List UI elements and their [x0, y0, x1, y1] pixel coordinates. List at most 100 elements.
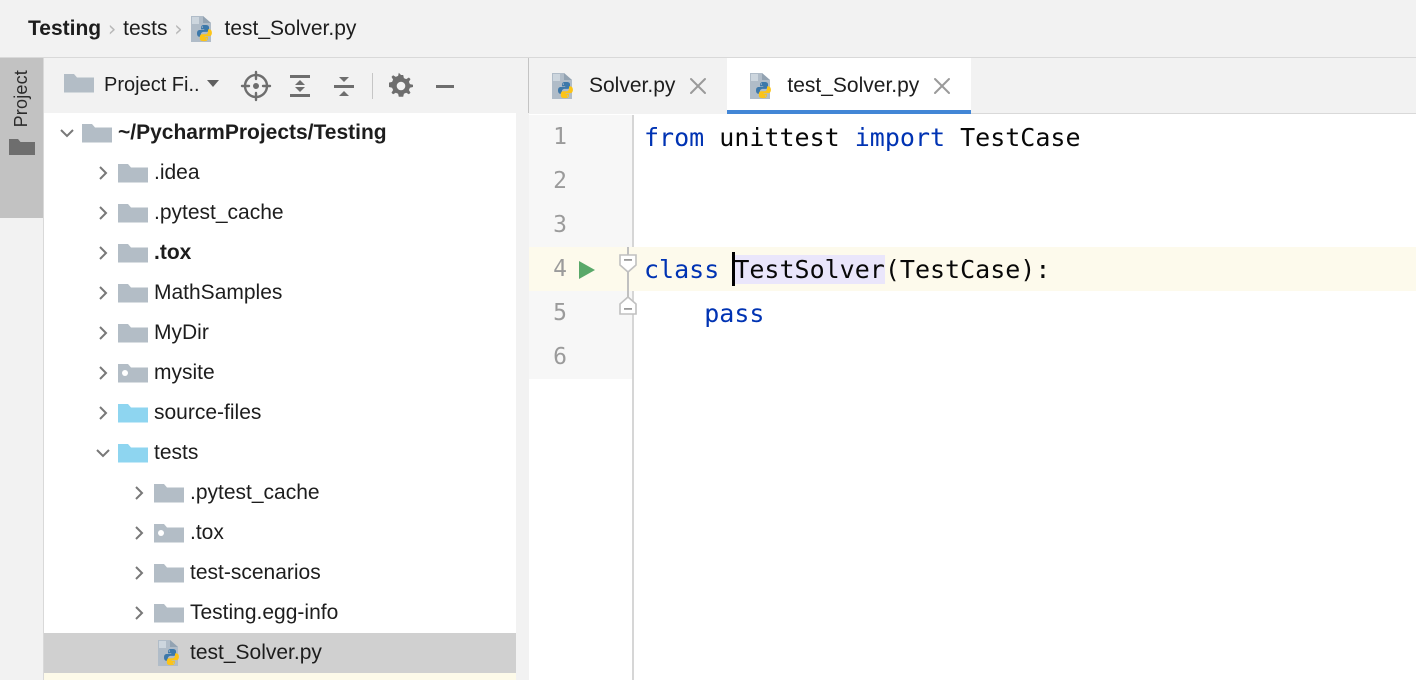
tree-row[interactable]	[44, 673, 528, 680]
chevron-right-icon	[93, 243, 113, 263]
python-file-icon	[747, 72, 775, 100]
tree-twisty[interactable]	[88, 273, 118, 313]
tree-twisty[interactable]	[124, 513, 154, 553]
breadcrumb-item-folder[interactable]: tests	[123, 17, 167, 41]
python-file-icon	[189, 15, 215, 43]
tree-row[interactable]: .tox	[44, 513, 528, 553]
editor-tab-bar: Solver.py test_Solver.py	[529, 58, 1416, 114]
breadcrumb: Testing › tests › test_Solver.py	[0, 0, 1416, 58]
tree-twisty-placeholder	[124, 633, 154, 673]
tree-twisty[interactable]	[88, 233, 118, 273]
tree-row[interactable]: tests	[44, 433, 528, 473]
editor-area: Solver.py test_Solver.py 1from unittest …	[529, 58, 1416, 680]
tree-node-label: Testing.egg-info	[190, 601, 338, 625]
tree-twisty[interactable]	[124, 593, 154, 633]
tree-row[interactable]: .pytest_cache	[44, 473, 528, 513]
editor-gutter[interactable]: 5	[529, 291, 632, 335]
folder-icon	[118, 201, 148, 225]
tree-twisty[interactable]	[124, 473, 154, 513]
tree-row[interactable]: test_Solver.py	[44, 633, 528, 673]
breadcrumb-separator: ›	[101, 17, 123, 41]
tree-row[interactable]: MyDir	[44, 313, 528, 353]
project-tool-window: Project Fi..	[44, 58, 529, 680]
collapse-all-icon	[328, 70, 360, 102]
tree-twisty[interactable]	[88, 193, 118, 233]
folder-icon	[82, 121, 112, 145]
tree-twisty[interactable]	[88, 353, 118, 393]
code-line[interactable]: 2	[529, 159, 1416, 203]
run-test-gutter-icon[interactable]	[575, 259, 599, 286]
tree-twisty[interactable]	[124, 553, 154, 593]
sidebar-item-project[interactable]: Project	[0, 58, 43, 218]
folder-icon	[118, 241, 148, 265]
tool-strip-label: Project	[11, 70, 32, 127]
code-line[interactable]: 5 pass	[529, 291, 1416, 335]
code-line[interactable]: 4 class TestSolver(TestCase):	[529, 247, 1416, 291]
editor-gutter[interactable]: 2	[529, 159, 632, 203]
tree-node-label: .tox	[154, 241, 191, 265]
module-folder-icon	[154, 521, 184, 545]
breadcrumb-item-project[interactable]: Testing	[28, 17, 101, 41]
chevron-right-icon	[129, 483, 149, 503]
expand-all-button[interactable]	[278, 66, 322, 106]
python-file-icon	[747, 72, 775, 100]
code-text[interactable]: pass	[632, 299, 764, 328]
python-file-icon	[155, 639, 183, 667]
module-folder-icon	[154, 521, 184, 545]
editor-gutter[interactable]: 1	[529, 115, 632, 159]
tree-node-label: .pytest_cache	[190, 481, 320, 505]
tree-row[interactable]: Testing.egg-info	[44, 593, 528, 633]
minus-icon	[430, 71, 460, 101]
tree-node-label: ~/PycharmProjects/Testing	[118, 121, 387, 145]
tool-window-strip-left: Project	[0, 58, 44, 680]
folder-icon	[118, 161, 148, 185]
project-file-tree[interactable]: ~/PycharmProjects/Testing .idea .pytest_…	[44, 113, 528, 680]
code-text[interactable]: from unittest import TestCase	[632, 123, 1081, 152]
tree-node-label: MyDir	[154, 321, 209, 345]
chevron-down-icon	[57, 123, 77, 143]
tree-row[interactable]: ~/PycharmProjects/Testing	[44, 113, 528, 153]
folder-icon	[154, 601, 184, 625]
highlighted-identifier: TestSolver	[734, 255, 885, 284]
tree-row[interactable]: mysite	[44, 353, 528, 393]
tree-twisty[interactable]	[88, 393, 118, 433]
project-view-selector[interactable]: Project Fi..	[60, 67, 226, 105]
editor-gutter[interactable]: 4	[529, 247, 632, 291]
close-icon[interactable]	[931, 75, 953, 97]
project-folder-icon	[9, 137, 35, 162]
tree-twisty[interactable]	[88, 433, 118, 473]
chevron-down-icon	[93, 443, 113, 463]
tree-row[interactable]: source-files	[44, 393, 528, 433]
select-opened-file-button[interactable]	[234, 66, 278, 106]
code-line[interactable]: 3	[529, 203, 1416, 247]
tree-row[interactable]: MathSamples	[44, 273, 528, 313]
folder-icon	[118, 321, 148, 345]
tree-twisty[interactable]	[88, 313, 118, 353]
folder-icon	[118, 281, 148, 305]
hide-button[interactable]	[423, 66, 467, 106]
folder-icon	[118, 241, 148, 265]
settings-button[interactable]	[379, 66, 423, 106]
tree-row[interactable]: .pytest_cache	[44, 193, 528, 233]
close-icon[interactable]	[687, 75, 709, 97]
tree-twisty[interactable]	[52, 113, 82, 153]
tree-row[interactable]: .idea	[44, 153, 528, 193]
folder-icon	[118, 321, 148, 345]
breadcrumb-item-file[interactable]: test_Solver.py	[224, 17, 356, 41]
code-keyword: class	[644, 255, 719, 284]
editor-gutter[interactable]: 3	[529, 203, 632, 247]
editor-tab-label: test_Solver.py	[787, 74, 919, 98]
code-line[interactable]: 1from unittest import TestCase	[529, 115, 1416, 159]
editor-gutter[interactable]: 6	[529, 335, 632, 379]
folder-icon	[118, 201, 148, 225]
code-text[interactable]: class TestSolver(TestCase):	[632, 255, 1050, 284]
editor-tab[interactable]: test_Solver.py	[727, 58, 971, 114]
code-line[interactable]: 6	[529, 335, 1416, 379]
tree-twisty[interactable]	[88, 153, 118, 193]
tree-row[interactable]: test-scenarios	[44, 553, 528, 593]
chevron-right-icon	[129, 603, 149, 623]
code-editor[interactable]: 1from unittest import TestCase234 class …	[529, 115, 1416, 680]
collapse-all-button[interactable]	[322, 66, 366, 106]
tree-row[interactable]: .tox	[44, 233, 528, 273]
editor-tab[interactable]: Solver.py	[529, 58, 727, 114]
